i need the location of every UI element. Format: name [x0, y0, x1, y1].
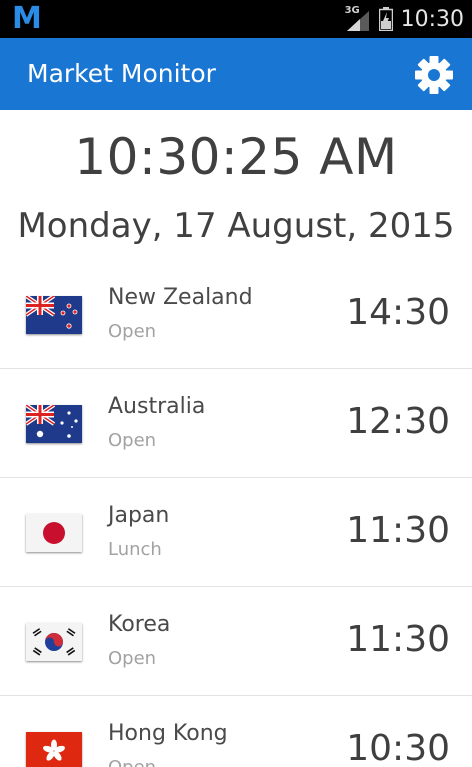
market-status: Open — [108, 757, 156, 767]
status-icons: 3G 10:30 — [345, 0, 464, 38]
market-name: New Zealand — [108, 285, 253, 310]
market-status: Open — [108, 648, 157, 669]
settings-button[interactable] — [414, 55, 454, 95]
market-local-time: 10:30 — [346, 728, 450, 767]
market-local-time: 12:30 — [346, 401, 450, 442]
japan-flag-icon — [26, 514, 82, 552]
status-bar: M 3G 10:30 — [0, 0, 472, 38]
current-time: 10:30:25 AM — [74, 128, 398, 186]
market-list: New Zealand Open 14:30 Australia Open 12… — [0, 260, 472, 767]
market-row-new-zealand[interactable]: New Zealand Open 14:30 — [0, 260, 472, 369]
market-local-time: 11:30 — [346, 619, 450, 660]
market-local-time: 14:30 — [346, 292, 450, 333]
new-zealand-flag-icon — [26, 296, 82, 334]
market-name: Japan — [108, 503, 170, 528]
current-date: Monday, 17 August, 2015 — [17, 206, 455, 246]
gear-icon — [415, 56, 453, 94]
market-name: Korea — [108, 612, 171, 637]
korea-flag-icon — [26, 623, 82, 661]
battery-icon — [378, 7, 393, 31]
market-name: Australia — [108, 394, 206, 419]
market-name: Hong Kong — [108, 721, 228, 746]
app-title: Market Monitor — [27, 59, 216, 88]
app-bar: Market Monitor — [0, 38, 472, 110]
market-row-hong-kong[interactable]: Hong Kong Open 10:30 — [0, 696, 472, 767]
market-status: Lunch — [108, 539, 162, 560]
market-status: Open — [108, 430, 157, 451]
market-local-time: 11:30 — [346, 510, 450, 551]
market-status: Open — [108, 321, 157, 342]
status-time: 10:30 — [400, 6, 464, 32]
australia-flag-icon — [26, 405, 82, 443]
market-row-australia[interactable]: Australia Open 12:30 — [0, 369, 472, 478]
market-row-japan[interactable]: Japan Lunch 11:30 — [0, 478, 472, 587]
signal-icon: 3G — [345, 5, 371, 31]
hong-kong-flag-icon — [26, 732, 82, 767]
market-row-korea[interactable]: Korea Open 11:30 — [0, 587, 472, 696]
app-notification-icon: M — [12, 1, 42, 36]
